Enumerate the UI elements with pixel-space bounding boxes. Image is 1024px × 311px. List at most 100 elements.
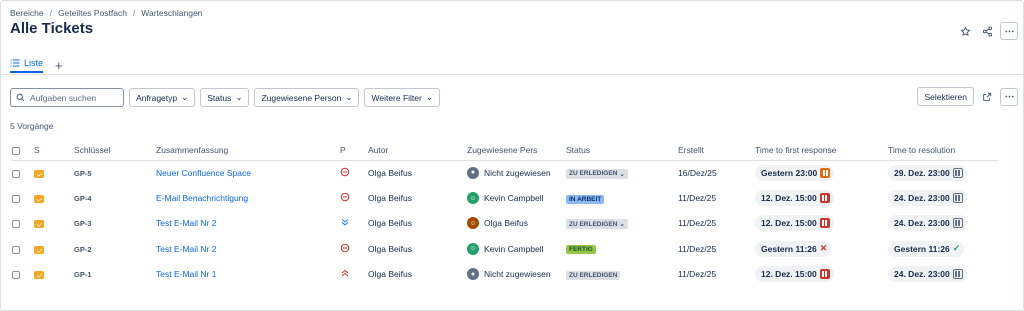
row-select-cell [12, 236, 34, 261]
table-row[interactable]: GP-4 E-Mail Benachrichtigung Olga Beifus ☺ K… [12, 185, 999, 210]
issue-summary-link[interactable]: Test E-Mail Nr 1 [156, 269, 216, 279]
ttr-cell: 24. Dez. 23:00 [888, 185, 999, 210]
open-external-icon[interactable] [978, 88, 996, 106]
ttfr-cell: Gestern 23:00 [755, 160, 888, 185]
table-row[interactable]: GP-3 Test E-Mail Nr 2 Olga Beifus ☺ Olga Bei… [12, 211, 999, 236]
star-icon[interactable] [956, 22, 974, 40]
column-header-summary[interactable]: Zusammenfassung [156, 141, 340, 161]
type-cell [34, 185, 74, 210]
status-badge[interactable]: FERTIG [566, 245, 596, 255]
row-checkbox[interactable] [12, 245, 20, 254]
column-header-priority[interactable]: P [340, 141, 368, 161]
issue-key[interactable]: GP-4 [74, 194, 92, 203]
priority-medium-icon [340, 243, 350, 253]
email-request-type-icon [34, 169, 44, 178]
issue-summary-link[interactable]: Test E-Mail Nr 2 [156, 218, 216, 228]
issue-summary-link[interactable]: Test E-Mail Nr 2 [156, 244, 216, 254]
sla-ttfr-badge: 12. Dez. 15:00 [755, 215, 834, 232]
breadcrumb-item-bereiche[interactable]: Bereiche [10, 8, 44, 18]
column-header-ttfr[interactable]: Time to first response [755, 141, 888, 161]
issue-summary-link[interactable]: Neuer Confluence Space [156, 168, 251, 178]
sla-ttr-value: Gestern 11:26 [894, 243, 950, 254]
status-badge[interactable]: ZU ERLEDIGEN ⌄ [566, 219, 628, 230]
tab-liste[interactable]: Liste [10, 58, 44, 73]
search-icon [16, 93, 25, 102]
row-checkbox[interactable] [12, 194, 20, 203]
row-select-cell [12, 160, 34, 185]
row-checkbox[interactable] [12, 271, 20, 279]
list-actions: Selektieren [917, 87, 1018, 106]
sla-breached-paused-icon [819, 269, 830, 280]
filter-more[interactable]: Weitere Filter ⌄ [364, 88, 440, 107]
sla-breached-paused-icon [819, 193, 830, 204]
status-badge[interactable]: IN ARBEIT [566, 194, 605, 204]
avatar: ☺ [467, 217, 479, 230]
breadcrumb-separator: / [132, 8, 136, 18]
chevron-down-icon: ⌄ [345, 92, 353, 102]
filter-assignee[interactable]: Zugewiesene Person ⌄ [254, 88, 360, 107]
chevron-down-icon: ⌄ [425, 92, 433, 102]
issue-key[interactable]: GP-5 [74, 169, 92, 178]
ttfr-cell: Gestern 11:26 ✕ [755, 236, 888, 261]
breadcrumb-item-postfach[interactable]: Geteiltes Postfach [58, 8, 127, 18]
table-row[interactable]: GP-1 Test E-Mail Nr 1 Olga Beifus ● Nicht zu… [12, 262, 999, 287]
avatar: ☺ [467, 192, 479, 205]
ttr-cell: 24. Dez. 23:00 [888, 211, 999, 236]
row-checkbox[interactable] [12, 220, 20, 229]
priority-cell [340, 236, 368, 261]
more-options-icon[interactable] [1000, 22, 1018, 40]
author-cell: Olga Beifus [368, 269, 412, 280]
table-row[interactable]: GP-2 Test E-Mail Nr 2 Olga Beifus ☺ Kevin Ca… [12, 236, 999, 261]
column-header-ttr[interactable]: Time to resolution [888, 141, 999, 161]
table-row[interactable]: GP-5 Neuer Confluence Space Olga Beifus ● Ni… [12, 160, 999, 185]
issue-summary-link[interactable]: E-Mail Benachrichtigung [156, 193, 248, 203]
status-label: IN ARBEIT [569, 195, 602, 203]
status-cell: FERTIG [566, 236, 678, 261]
column-header-author[interactable]: Autor [368, 141, 467, 161]
column-header-created[interactable]: Erstellt [678, 141, 755, 161]
filter-anfragetyp[interactable]: Anfragetyp ⌄ [129, 88, 196, 107]
issue-key[interactable]: GP-2 [74, 245, 92, 254]
author-cell: Olga Beifus [368, 167, 412, 178]
sla-ttr-badge: 29. Dez. 23:00 [888, 164, 967, 181]
select-button[interactable]: Selektieren [917, 87, 974, 106]
key-cell: GP-3 [74, 211, 156, 236]
column-header-status[interactable]: Status [566, 141, 678, 161]
share-icon[interactable] [978, 22, 996, 40]
column-header-assignee[interactable]: Zugewiesene Pers [467, 141, 566, 161]
sla-paused-icon [952, 269, 963, 280]
search-input[interactable]: Aufgaben suchen [10, 88, 124, 107]
status-label: FERTIG [569, 246, 593, 254]
priority-cell [340, 262, 368, 287]
issue-key[interactable]: GP-3 [74, 219, 92, 228]
status-badge[interactable]: ZU ERLEDIGEN ⌄ [566, 168, 628, 179]
column-header-key[interactable]: Schlüssel [74, 141, 156, 161]
assignee-cell[interactable]: ☺ Kevin Campbell [467, 236, 566, 261]
select-all-checkbox[interactable] [12, 147, 20, 155]
sla-ttr-badge: Gestern 11:26 ✓ [888, 240, 965, 257]
breadcrumb-item-warteschlangen[interactable]: Warteschlangen [141, 8, 202, 18]
status-badge[interactable]: ZU ERLEDIGEN [566, 270, 621, 280]
assignee-cell[interactable]: ☺ Olga Beifus [467, 211, 566, 236]
summary-cell: E-Mail Benachrichtigung [156, 185, 340, 210]
issue-key[interactable]: GP-1 [74, 270, 92, 279]
filter-status[interactable]: Status ⌄ [200, 88, 250, 107]
sla-ttr-badge: 24. Dez. 23:00 [888, 266, 967, 283]
sla-ttfr-value: 12. Dez. 15:00 [761, 193, 817, 204]
priority-medium-icon [340, 192, 350, 202]
row-checkbox[interactable] [12, 169, 20, 178]
type-cell [34, 236, 74, 261]
add-tab-icon[interactable]: + [55, 59, 63, 72]
page-title: Alle Tickets [10, 20, 94, 37]
status-label: ZU ERLEDIGEN [569, 271, 618, 279]
key-cell: GP-2 [74, 236, 156, 261]
assignee-cell[interactable]: ● Nicht zugewiesen [467, 160, 566, 185]
email-request-type-icon [34, 194, 44, 203]
assignee-cell[interactable]: ● Nicht zugewiesen [467, 262, 566, 287]
column-header-s[interactable]: S [34, 141, 74, 161]
sla-met-icon: ✓ [952, 243, 961, 254]
sla-ttfr-badge: 12. Dez. 15:00 [755, 190, 834, 207]
assignee-cell[interactable]: ☺ Kevin Campbell [467, 185, 566, 210]
more-options-icon[interactable] [1000, 87, 1018, 106]
sla-ttr-value: 24. Dez. 23:00 [894, 269, 950, 280]
